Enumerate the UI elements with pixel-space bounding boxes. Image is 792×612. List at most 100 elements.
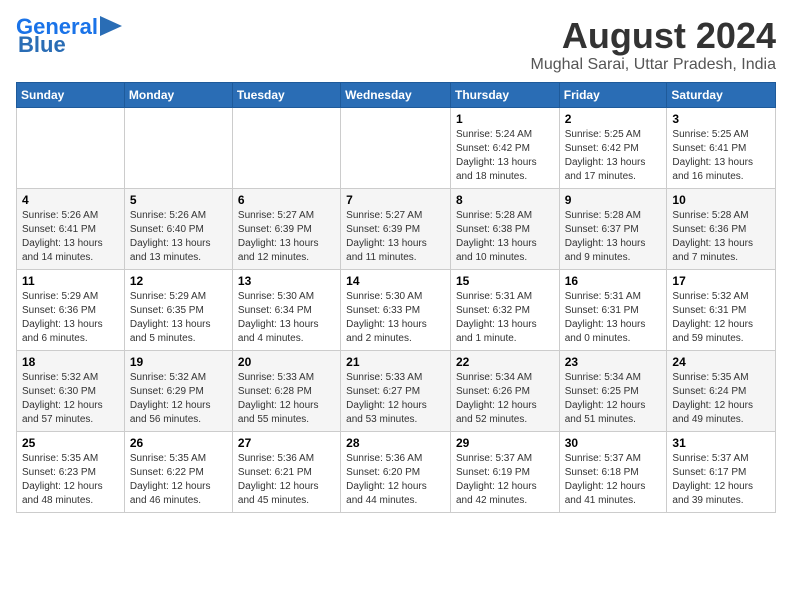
day-number: 12 (130, 274, 227, 288)
calendar-cell: 7 Sunrise: 5:27 AM Sunset: 6:39 PM Daylig… (341, 188, 451, 269)
calendar-cell: 12 Sunrise: 5:29 AM Sunset: 6:35 PM Dayli… (124, 269, 232, 350)
calendar-cell: 25 Sunrise: 5:35 AM Sunset: 6:23 PM Dayli… (17, 431, 125, 512)
logo-arrow-icon (100, 16, 122, 36)
day-number: 20 (238, 355, 335, 369)
day-number: 29 (456, 436, 554, 450)
day-number: 23 (565, 355, 662, 369)
day-info: Sunrise: 5:25 AM Sunset: 6:42 PM Dayligh… (565, 128, 662, 184)
week-row-4: 18 Sunrise: 5:32 AM Sunset: 6:30 PM Dayli… (17, 350, 776, 431)
day-info: Sunrise: 5:29 AM Sunset: 6:36 PM Dayligh… (22, 290, 119, 346)
day-info: Sunrise: 5:33 AM Sunset: 6:27 PM Dayligh… (346, 371, 445, 427)
calendar-cell: 2 Sunrise: 5:25 AM Sunset: 6:42 PM Daylig… (559, 107, 667, 188)
day-info: Sunrise: 5:32 AM Sunset: 6:30 PM Dayligh… (22, 371, 119, 427)
day-info: Sunrise: 5:26 AM Sunset: 6:40 PM Dayligh… (130, 209, 227, 265)
day-number: 21 (346, 355, 445, 369)
day-number: 10 (672, 193, 770, 207)
calendar-cell: 26Sunrise: 5:35 AM Sunset: 6:22 PM Dayli… (124, 431, 232, 512)
day-info: Sunrise: 5:31 AM Sunset: 6:32 PM Dayligh… (456, 290, 554, 346)
day-number: 11 (22, 274, 119, 288)
calendar-cell (232, 107, 340, 188)
day-number: 25 (22, 436, 119, 450)
page-header: General Blue August 2024 Mughal Sarai, U… (16, 16, 776, 74)
month-title: August 2024 (531, 16, 776, 56)
week-row-5: 25 Sunrise: 5:35 AM Sunset: 6:23 PM Dayli… (17, 431, 776, 512)
day-number: 19 (130, 355, 227, 369)
day-number: 22 (456, 355, 554, 369)
day-info: Sunrise: 5:30 AM Sunset: 6:34 PM Dayligh… (238, 290, 335, 346)
day-number: 9 (565, 193, 662, 207)
day-number: 4 (22, 193, 119, 207)
calendar-cell: 16Sunrise: 5:31 AM Sunset: 6:31 PM Dayli… (559, 269, 667, 350)
calendar-cell: 18 Sunrise: 5:32 AM Sunset: 6:30 PM Dayli… (17, 350, 125, 431)
logo: General Blue (16, 16, 122, 56)
calendar-cell (341, 107, 451, 188)
day-number: 15 (456, 274, 554, 288)
calendar-cell: 9 Sunrise: 5:28 AM Sunset: 6:37 PM Daylig… (559, 188, 667, 269)
calendar-cell: 6 Sunrise: 5:27 AM Sunset: 6:39 PM Daylig… (232, 188, 340, 269)
day-info: Sunrise: 5:26 AM Sunset: 6:41 PM Dayligh… (22, 209, 119, 265)
day-info: Sunrise: 5:29 AM Sunset: 6:35 PM Dayligh… (130, 290, 227, 346)
logo-blue-text: Blue (18, 34, 66, 56)
weekday-header-saturday: Saturday (667, 82, 776, 107)
day-info: Sunrise: 5:24 AM Sunset: 6:42 PM Dayligh… (456, 128, 554, 184)
calendar-table: SundayMondayTuesdayWednesdayThursdayFrid… (16, 82, 776, 513)
day-info: Sunrise: 5:37 AM Sunset: 6:17 PM Dayligh… (672, 452, 770, 508)
day-info: Sunrise: 5:28 AM Sunset: 6:38 PM Dayligh… (456, 209, 554, 265)
calendar-cell: 17Sunrise: 5:32 AM Sunset: 6:31 PM Dayli… (667, 269, 776, 350)
day-info: Sunrise: 5:36 AM Sunset: 6:21 PM Dayligh… (238, 452, 335, 508)
day-info: Sunrise: 5:31 AM Sunset: 6:31 PM Dayligh… (565, 290, 662, 346)
day-number: 27 (238, 436, 335, 450)
calendar-cell: 31 Sunrise: 5:37 AM Sunset: 6:17 PM Dayli… (667, 431, 776, 512)
day-info: Sunrise: 5:33 AM Sunset: 6:28 PM Dayligh… (238, 371, 335, 427)
location-title: Mughal Sarai, Uttar Pradesh, India (531, 56, 776, 74)
day-number: 14 (346, 274, 445, 288)
day-info: Sunrise: 5:25 AM Sunset: 6:41 PM Dayligh… (672, 128, 770, 184)
calendar-cell: 21 Sunrise: 5:33 AM Sunset: 6:27 PM Dayli… (341, 350, 451, 431)
day-info: Sunrise: 5:37 AM Sunset: 6:18 PM Dayligh… (565, 452, 662, 508)
day-info: Sunrise: 5:32 AM Sunset: 6:29 PM Dayligh… (130, 371, 227, 427)
calendar-cell (124, 107, 232, 188)
calendar-cell: 5Sunrise: 5:26 AM Sunset: 6:40 PM Daylig… (124, 188, 232, 269)
day-number: 17 (672, 274, 770, 288)
weekday-header-row: SundayMondayTuesdayWednesdayThursdayFrid… (17, 82, 776, 107)
day-number: 2 (565, 112, 662, 126)
calendar-cell: 8 Sunrise: 5:28 AM Sunset: 6:38 PM Daylig… (450, 188, 559, 269)
day-number: 13 (238, 274, 335, 288)
day-info: Sunrise: 5:27 AM Sunset: 6:39 PM Dayligh… (238, 209, 335, 265)
calendar-cell: 14Sunrise: 5:30 AM Sunset: 6:33 PM Dayli… (341, 269, 451, 350)
weekday-header-sunday: Sunday (17, 82, 125, 107)
calendar-cell: 20 Sunrise: 5:33 AM Sunset: 6:28 PM Dayli… (232, 350, 340, 431)
day-info: Sunrise: 5:28 AM Sunset: 6:36 PM Dayligh… (672, 209, 770, 265)
day-info: Sunrise: 5:27 AM Sunset: 6:39 PM Dayligh… (346, 209, 445, 265)
day-number: 8 (456, 193, 554, 207)
calendar-cell: 30 Sunrise: 5:37 AM Sunset: 6:18 PM Dayli… (559, 431, 667, 512)
weekday-header-wednesday: Wednesday (341, 82, 451, 107)
calendar-cell: 29Sunrise: 5:37 AM Sunset: 6:19 PM Dayli… (450, 431, 559, 512)
day-number: 31 (672, 436, 770, 450)
day-info: Sunrise: 5:28 AM Sunset: 6:37 PM Dayligh… (565, 209, 662, 265)
week-row-1: 1 Sunrise: 5:24 AM Sunset: 6:42 PM Daylig… (17, 107, 776, 188)
day-info: Sunrise: 5:35 AM Sunset: 6:23 PM Dayligh… (22, 452, 119, 508)
calendar-cell: 3 Sunrise: 5:25 AM Sunset: 6:41 PM Daylig… (667, 107, 776, 188)
weekday-header-tuesday: Tuesday (232, 82, 340, 107)
calendar-cell: 19 Sunrise: 5:32 AM Sunset: 6:29 PM Dayli… (124, 350, 232, 431)
day-number: 28 (346, 436, 445, 450)
day-info: Sunrise: 5:35 AM Sunset: 6:24 PM Dayligh… (672, 371, 770, 427)
day-info: Sunrise: 5:34 AM Sunset: 6:26 PM Dayligh… (456, 371, 554, 427)
calendar-cell: 28Sunrise: 5:36 AM Sunset: 6:20 PM Dayli… (341, 431, 451, 512)
week-row-3: 11 Sunrise: 5:29 AM Sunset: 6:36 PM Dayli… (17, 269, 776, 350)
day-number: 26 (130, 436, 227, 450)
day-number: 18 (22, 355, 119, 369)
day-number: 6 (238, 193, 335, 207)
day-number: 1 (456, 112, 554, 126)
day-number: 7 (346, 193, 445, 207)
calendar-cell: 24Sunrise: 5:35 AM Sunset: 6:24 PM Dayli… (667, 350, 776, 431)
week-row-2: 4 Sunrise: 5:26 AM Sunset: 6:41 PM Daylig… (17, 188, 776, 269)
calendar-cell: 1 Sunrise: 5:24 AM Sunset: 6:42 PM Daylig… (450, 107, 559, 188)
calendar-cell: 22 Sunrise: 5:34 AM Sunset: 6:26 PM Dayli… (450, 350, 559, 431)
title-block: August 2024 Mughal Sarai, Uttar Pradesh,… (531, 16, 776, 74)
weekday-header-monday: Monday (124, 82, 232, 107)
day-number: 3 (672, 112, 770, 126)
day-number: 30 (565, 436, 662, 450)
calendar-cell: 13 Sunrise: 5:30 AM Sunset: 6:34 PM Dayli… (232, 269, 340, 350)
